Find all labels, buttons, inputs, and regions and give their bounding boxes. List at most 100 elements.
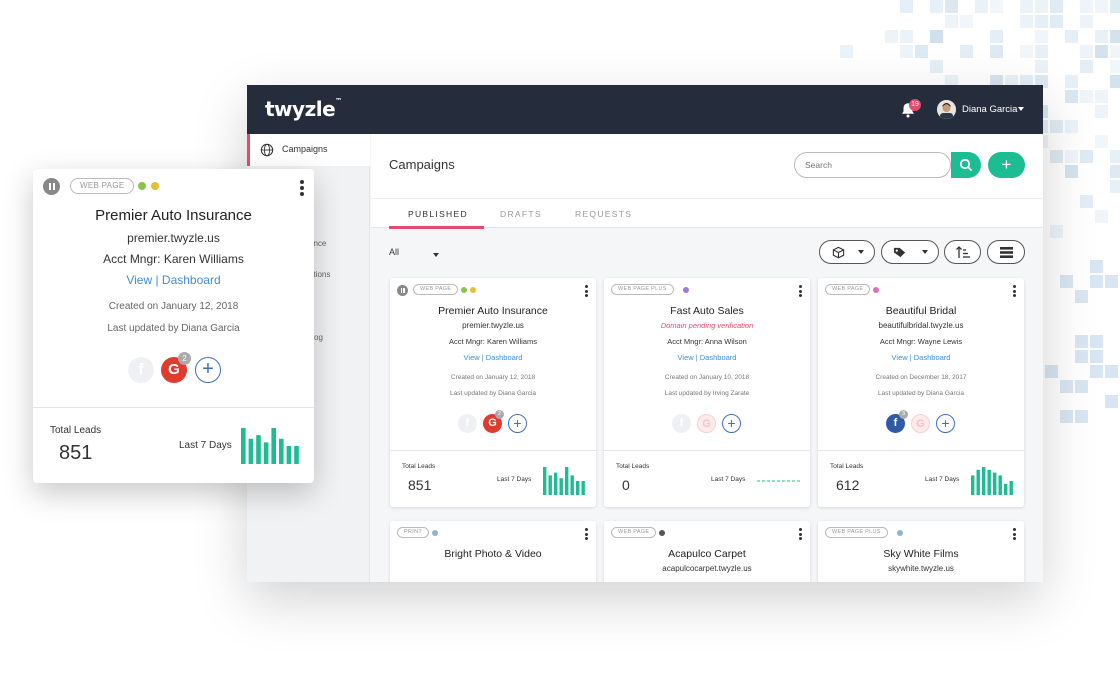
campaign-url[interactable]: acapulcocarpet.twyzle.us	[604, 564, 810, 573]
tag-filter-button[interactable]	[881, 240, 939, 264]
user-name[interactable]: Diana Garcia	[962, 104, 1017, 115]
decor-pixel	[990, 45, 1003, 58]
campaign-name: Fast Auto Sales	[670, 305, 744, 317]
total-leads-label: Total Leads	[402, 463, 436, 470]
tab-requests[interactable]: REQUESTS	[575, 209, 632, 219]
campaign-card-zoomed[interactable]: WEB PAGE Premier Auto Insurance premier.…	[33, 169, 314, 483]
decor-pixel	[1110, 30, 1120, 43]
decor-pixel	[1095, 45, 1108, 58]
avatar[interactable]	[937, 100, 956, 119]
page-header: Campaigns +	[371, 134, 1043, 198]
account-manager: Acct Mngr: Karen Williams	[449, 337, 537, 346]
tab-drafts[interactable]: DRAFTS	[500, 209, 542, 219]
campaign-url[interactable]: premier.twyzle.us	[33, 231, 314, 245]
decor-pixel	[960, 15, 973, 28]
facebook-icon[interactable]: f	[128, 357, 154, 383]
total-leads-value: 612	[836, 477, 860, 493]
campaign-url[interactable]: skywhite.twyzle.us	[818, 564, 1024, 573]
campaign-url[interactable]: premier.twyzle.us	[390, 321, 596, 330]
decor-pixel	[1095, 210, 1108, 223]
sort-button[interactable]	[944, 240, 981, 264]
status-dot	[151, 182, 159, 190]
sparkline-bar	[998, 475, 1002, 495]
decor-pixel	[1065, 75, 1078, 88]
search-input[interactable]	[794, 152, 951, 178]
view-dashboard-links[interactable]: View | Dashboard	[33, 273, 314, 287]
decor-pixel	[1080, 90, 1093, 103]
app-window: twyzle™ 19 Diana Garcia Campaigns ance a…	[247, 85, 1043, 582]
sparkline-bar	[554, 472, 558, 495]
add-campaign-button[interactable]: +	[988, 152, 1025, 178]
tab-published[interactable]: PUBLISHED	[408, 209, 468, 219]
view-dashboard-links[interactable]: View | Dashboard	[818, 353, 1024, 362]
pause-icon[interactable]	[43, 178, 60, 195]
more-options-icon[interactable]	[300, 180, 304, 198]
add-channel-button[interactable]: +	[195, 357, 221, 383]
campaign-url[interactable]: beautifulbridal.twyzle.us	[818, 321, 1024, 330]
pause-icon[interactable]	[397, 285, 408, 296]
decor-pixel	[1080, 60, 1093, 73]
period-label: Last 7 Days	[497, 476, 532, 483]
campaign-card[interactable]: WEB PAGE PLUS Fast Auto Sales Domain pendi…	[604, 278, 810, 507]
sparkline-bar	[982, 467, 986, 495]
sparkline-bar	[581, 481, 585, 495]
decor-pixel	[900, 0, 913, 13]
chevron-down-icon[interactable]	[433, 253, 439, 257]
decor-pixel	[1020, 45, 1033, 58]
google-icon[interactable]: G	[911, 414, 930, 433]
decor-pixel	[1080, 45, 1093, 58]
facebook-icon[interactable]: f	[672, 414, 691, 433]
decor-pixel	[1050, 15, 1063, 28]
filter-select[interactable]: All	[389, 247, 399, 257]
decor-pixel	[960, 45, 973, 58]
leads-sparkline	[543, 467, 585, 495]
campaign-card[interactable]: PRINT Bright Photo & Video	[390, 521, 596, 582]
total-leads-label: Total Leads	[616, 463, 650, 470]
decor-pixel	[1050, 150, 1063, 163]
more-options-icon[interactable]	[1013, 285, 1016, 299]
campaign-card[interactable]: WEB PAGE Premier Auto Insurance premier.tw…	[390, 278, 596, 507]
account-manager: Acct Mngr: Anna Wilson	[667, 337, 747, 346]
chevron-down-icon[interactable]	[1018, 107, 1024, 111]
decor-pixel	[1080, 195, 1093, 208]
search-button[interactable]	[951, 152, 981, 178]
google-icon[interactable]: G	[697, 414, 716, 433]
sparkline-bar	[1004, 483, 1008, 495]
view-dashboard-links[interactable]: View | Dashboard	[390, 353, 596, 362]
more-options-icon[interactable]	[585, 528, 588, 542]
add-channel-button[interactable]: +	[508, 414, 527, 433]
total-leads-value: 851	[408, 477, 432, 493]
product-filter-button[interactable]	[819, 240, 875, 264]
more-options-icon[interactable]	[585, 285, 588, 299]
app-logo[interactable]: twyzle™	[265, 97, 342, 121]
leads-sparkline	[971, 467, 1013, 495]
decor-pixel	[1035, 60, 1048, 73]
total-leads-value: 0	[622, 477, 630, 493]
decor-pixel	[1065, 150, 1078, 163]
add-channel-button[interactable]: +	[722, 414, 741, 433]
decor-pixel	[990, 30, 1003, 43]
decor-pixel	[1080, 15, 1093, 28]
add-channel-button[interactable]: +	[936, 414, 955, 433]
decor-pixel	[1080, 0, 1093, 13]
decor-pixel	[1090, 350, 1103, 363]
decor-pixel	[1075, 410, 1088, 423]
campaign-card[interactable]: WEB PAGE PLUS Sky White Films skywhite.twy…	[818, 521, 1024, 582]
campaign-card[interactable]: WEB PAGE Acapulco Carpet acapulcocarpet.tw…	[604, 521, 810, 582]
more-options-icon[interactable]	[799, 285, 802, 299]
list-view-button[interactable]	[987, 240, 1025, 264]
decor-pixel	[1075, 350, 1088, 363]
decor-pixel	[1110, 165, 1120, 178]
view-dashboard-links[interactable]: View | Dashboard	[604, 353, 810, 362]
campaign-card[interactable]: WEB PAGE Beautiful Bridal beautifulbridal.…	[818, 278, 1024, 507]
divider	[33, 407, 314, 408]
sidebar-item-partial[interactable]: og	[314, 333, 323, 342]
leads-sparkline	[241, 428, 299, 464]
more-options-icon[interactable]	[1013, 528, 1016, 542]
campaign-name: Premier Auto Insurance	[438, 305, 548, 317]
decor-pixel	[1075, 335, 1088, 348]
decor-pixel	[885, 30, 898, 43]
more-options-icon[interactable]	[799, 528, 802, 542]
facebook-icon[interactable]: f	[458, 414, 477, 433]
sidebar-item-campaigns[interactable]: Campaigns	[247, 134, 370, 166]
